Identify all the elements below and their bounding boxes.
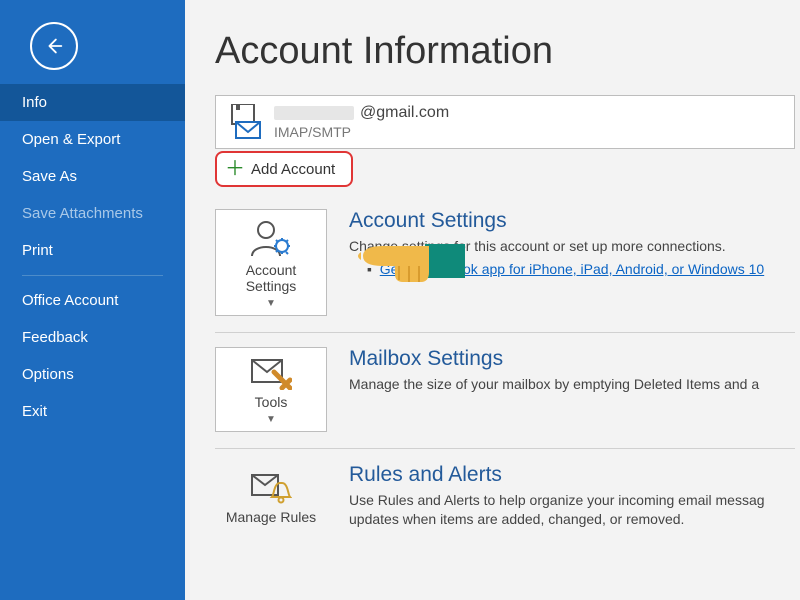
sidebar-item-office-account[interactable]: Office Account: [0, 282, 185, 319]
redacted-text: [274, 106, 354, 120]
add-account-label: Add Account: [251, 161, 335, 178]
chevron-down-icon: ▼: [266, 298, 276, 309]
section-desc: Manage the size of your mailbox by empty…: [349, 375, 795, 394]
plus-icon: ＋: [225, 159, 245, 179]
section-account-settings: Account Settings ▼ Account Settings Chan…: [215, 201, 795, 332]
sidebar-item-save-attachments: Save Attachments: [0, 195, 185, 232]
sidebar-item-print[interactable]: Print: [0, 232, 185, 269]
sidebar-item-feedback[interactable]: Feedback: [0, 319, 185, 356]
backstage-sidebar: Info Open & Export Save As Save Attachme…: [0, 0, 185, 600]
add-account-button[interactable]: ＋ Add Account: [215, 151, 353, 187]
section-title: Mailbox Settings: [349, 347, 795, 371]
sidebar-item-save-as[interactable]: Save As: [0, 158, 185, 195]
section-desc: Use Rules and Alerts to help organize yo…: [349, 491, 795, 529]
tile-tools[interactable]: Tools ▼: [215, 347, 327, 432]
tile-account-settings[interactable]: Account Settings ▼: [215, 209, 327, 316]
section-mailbox-settings: Tools ▼ Mailbox Settings Manage the size…: [215, 332, 795, 448]
section-title: Rules and Alerts: [349, 463, 795, 487]
section-rules-alerts: Manage Rules Rules and Alerts Use Rules …: [215, 448, 795, 547]
pointing-hand-annotation: [355, 226, 465, 300]
mailbox-tools-icon: [250, 356, 292, 390]
rules-bell-icon: [250, 471, 292, 505]
sidebar-item-exit[interactable]: Exit: [0, 393, 185, 430]
page-title: Account Information: [215, 30, 800, 73]
sidebar-item-open-export[interactable]: Open & Export: [0, 121, 185, 158]
account-protocol: IMAP/SMTP: [274, 124, 449, 140]
user-gear-icon: [250, 218, 292, 258]
main-panel: Account Information @gmail.com IMAP/SMTP…: [185, 0, 800, 600]
back-arrow-icon: [43, 35, 65, 57]
account-email: @gmail.com: [274, 104, 449, 122]
chevron-down-icon: ▼: [266, 414, 276, 425]
account-selector[interactable]: @gmail.com IMAP/SMTP: [215, 95, 795, 149]
back-button[interactable]: [30, 22, 78, 70]
sidebar-item-info[interactable]: Info: [0, 84, 185, 121]
sidebar-item-options[interactable]: Options: [0, 356, 185, 393]
account-icon: [228, 104, 264, 140]
tile-manage-rules[interactable]: Manage Rules: [215, 463, 327, 531]
sidebar-separator: [22, 275, 163, 276]
